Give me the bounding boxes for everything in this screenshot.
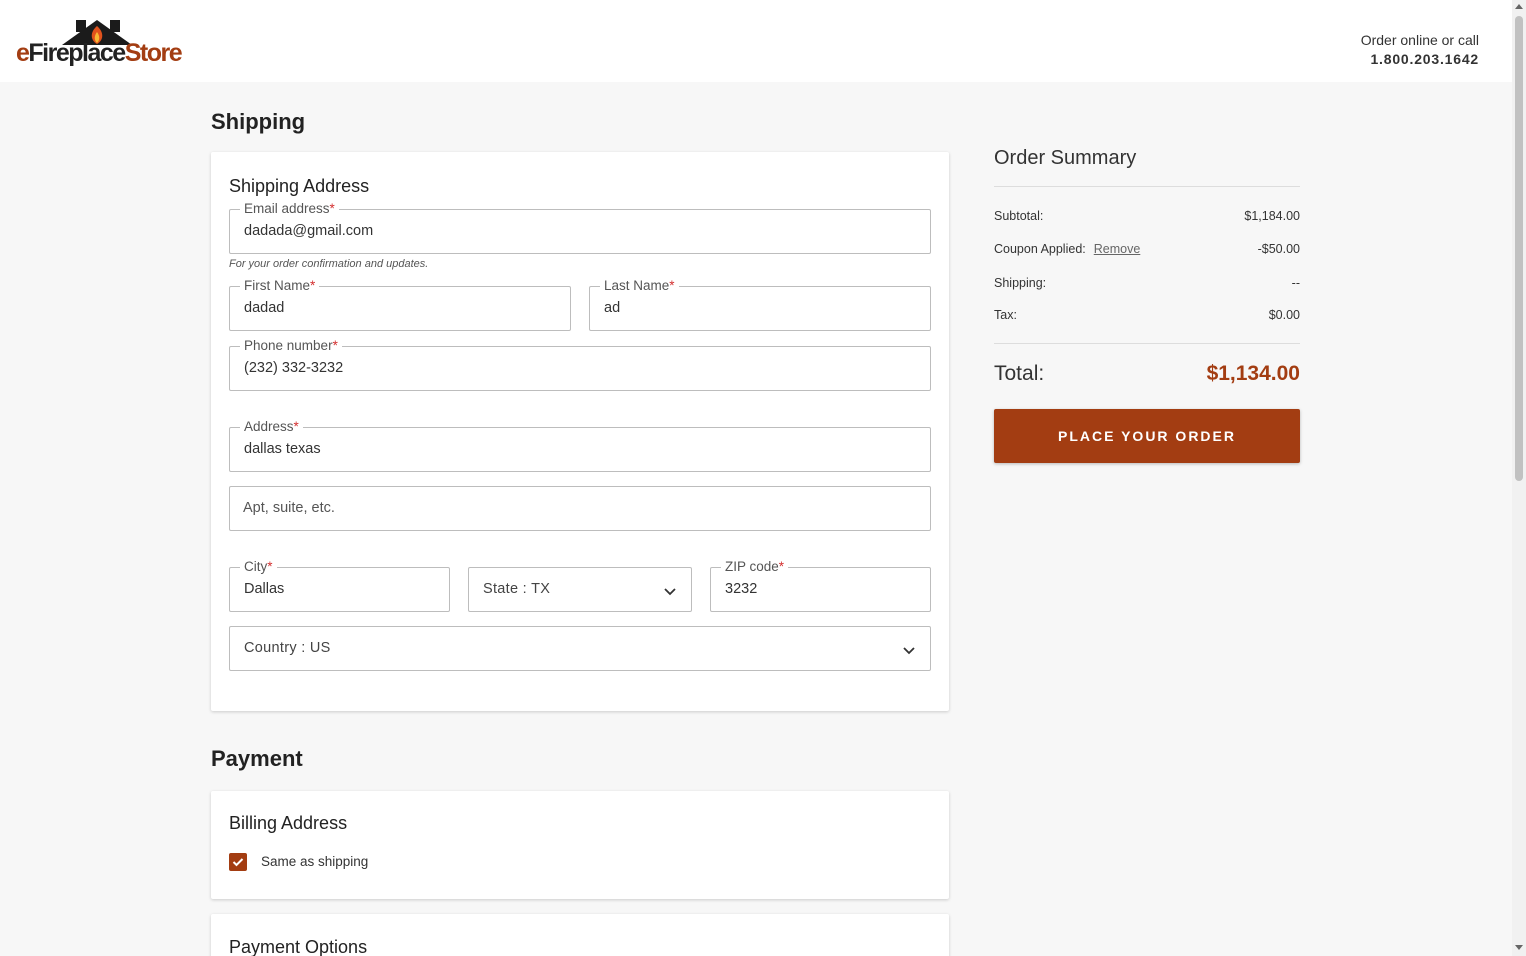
- contact-phone[interactable]: 1.800.203.1642: [1361, 50, 1479, 69]
- address-label: Address*: [240, 419, 303, 435]
- coupon-label: Coupon Applied:: [994, 242, 1086, 256]
- summary-divider: [994, 186, 1300, 187]
- logo-wordmark: eFireplaceStore: [16, 39, 183, 67]
- scroll-thumb[interactable]: [1515, 16, 1523, 481]
- apt-placeholder: Apt, suite, etc.: [243, 500, 335, 516]
- email-helper-text: For your order confirmation and updates.: [229, 258, 429, 270]
- zip-field[interactable]: ZIP code* 3232: [710, 559, 931, 612]
- city-field[interactable]: City* Dallas: [229, 559, 450, 612]
- contact-info: Order online or call 1.800.203.1642: [1361, 31, 1479, 69]
- last-name-value[interactable]: ad: [604, 300, 620, 316]
- first-name-label: First Name*: [240, 278, 320, 294]
- chevron-down-icon: [903, 647, 915, 655]
- billing-address-title: Billing Address: [229, 813, 348, 833]
- city-label: City*: [240, 559, 277, 575]
- address-field[interactable]: Address* dallas texas: [229, 419, 931, 472]
- tax-value: $0.00: [1268, 308, 1300, 322]
- page-scrollbar[interactable]: [1512, 0, 1526, 956]
- site-header: eFireplaceStore Order online or call 1.8…: [0, 0, 1512, 82]
- apt-field[interactable]: Apt, suite, etc.: [229, 486, 931, 531]
- subtotal-value: $1,184.00: [1244, 209, 1300, 223]
- remove-coupon-link[interactable]: Remove: [1094, 242, 1141, 256]
- scroll-down-arrow-icon[interactable]: [1515, 945, 1523, 950]
- subtotal-label: Subtotal:: [994, 209, 1044, 223]
- country-select[interactable]: Country : US: [229, 626, 931, 671]
- shipping-heading: Shipping: [211, 109, 306, 134]
- contact-text: Order online or call: [1360, 32, 1479, 48]
- shipping-address-title: Shipping Address: [229, 176, 370, 196]
- payment-heading: Payment: [211, 746, 303, 771]
- subtotal-row: Subtotal: $1,184.00: [994, 209, 1300, 223]
- first-name-value[interactable]: dadad: [244, 300, 284, 316]
- same-as-shipping-label[interactable]: Same as shipping: [261, 854, 368, 869]
- payment-options-title: Payment Options: [229, 937, 368, 956]
- order-summary-title: Order Summary: [994, 147, 1137, 169]
- place-order-button[interactable]: PLACE YOUR ORDER: [994, 409, 1300, 463]
- email-field[interactable]: Email address* dadada@gmail.com: [229, 201, 931, 254]
- payment-options-card: Payment Options: [211, 914, 949, 956]
- last-name-label: Last Name*: [600, 278, 679, 294]
- email-value[interactable]: dadada@gmail.com: [244, 223, 373, 239]
- coupon-row: Coupon Applied: Remove -$50.00: [994, 242, 1300, 256]
- scroll-up-arrow-icon[interactable]: [1515, 4, 1523, 9]
- state-select[interactable]: State : TX: [468, 567, 692, 612]
- state-value: State : TX: [483, 581, 551, 597]
- tax-label: Tax:: [994, 308, 1017, 322]
- zip-value[interactable]: 3232: [725, 581, 757, 597]
- billing-address-card: Billing Address Same as shipping: [211, 791, 949, 899]
- first-name-field[interactable]: First Name* dadad: [229, 278, 571, 331]
- phone-value[interactable]: (232) 332-3232: [244, 360, 343, 376]
- address-value[interactable]: dallas texas: [244, 441, 321, 457]
- email-label: Email address*: [240, 201, 339, 217]
- summary-divider: [994, 343, 1300, 344]
- coupon-value: -$50.00: [1257, 242, 1300, 256]
- shipping-row: Shipping: --: [994, 276, 1300, 290]
- total-label: Total:: [994, 362, 1045, 385]
- zip-label: ZIP code*: [721, 559, 789, 575]
- efireplacestore-logo[interactable]: eFireplaceStore: [16, 18, 183, 70]
- city-value[interactable]: Dallas: [244, 581, 284, 597]
- shipping-label: Shipping:: [994, 276, 1047, 290]
- last-name-field[interactable]: Last Name* ad: [589, 278, 931, 331]
- shipping-address-card: Shipping Address Email address* dadada@g…: [211, 152, 949, 711]
- chevron-down-icon: [664, 588, 676, 596]
- country-value: Country : US: [244, 640, 331, 656]
- checkmark-icon: [232, 858, 244, 867]
- phone-label: Phone number*: [240, 338, 342, 354]
- shipping-value: --: [1291, 276, 1300, 290]
- phone-field[interactable]: Phone number* (232) 332-3232: [229, 338, 931, 391]
- total-value: $1,134.00: [1206, 362, 1300, 385]
- tax-row: Tax: $0.00: [994, 308, 1300, 322]
- same-as-shipping-checkbox[interactable]: [229, 853, 247, 871]
